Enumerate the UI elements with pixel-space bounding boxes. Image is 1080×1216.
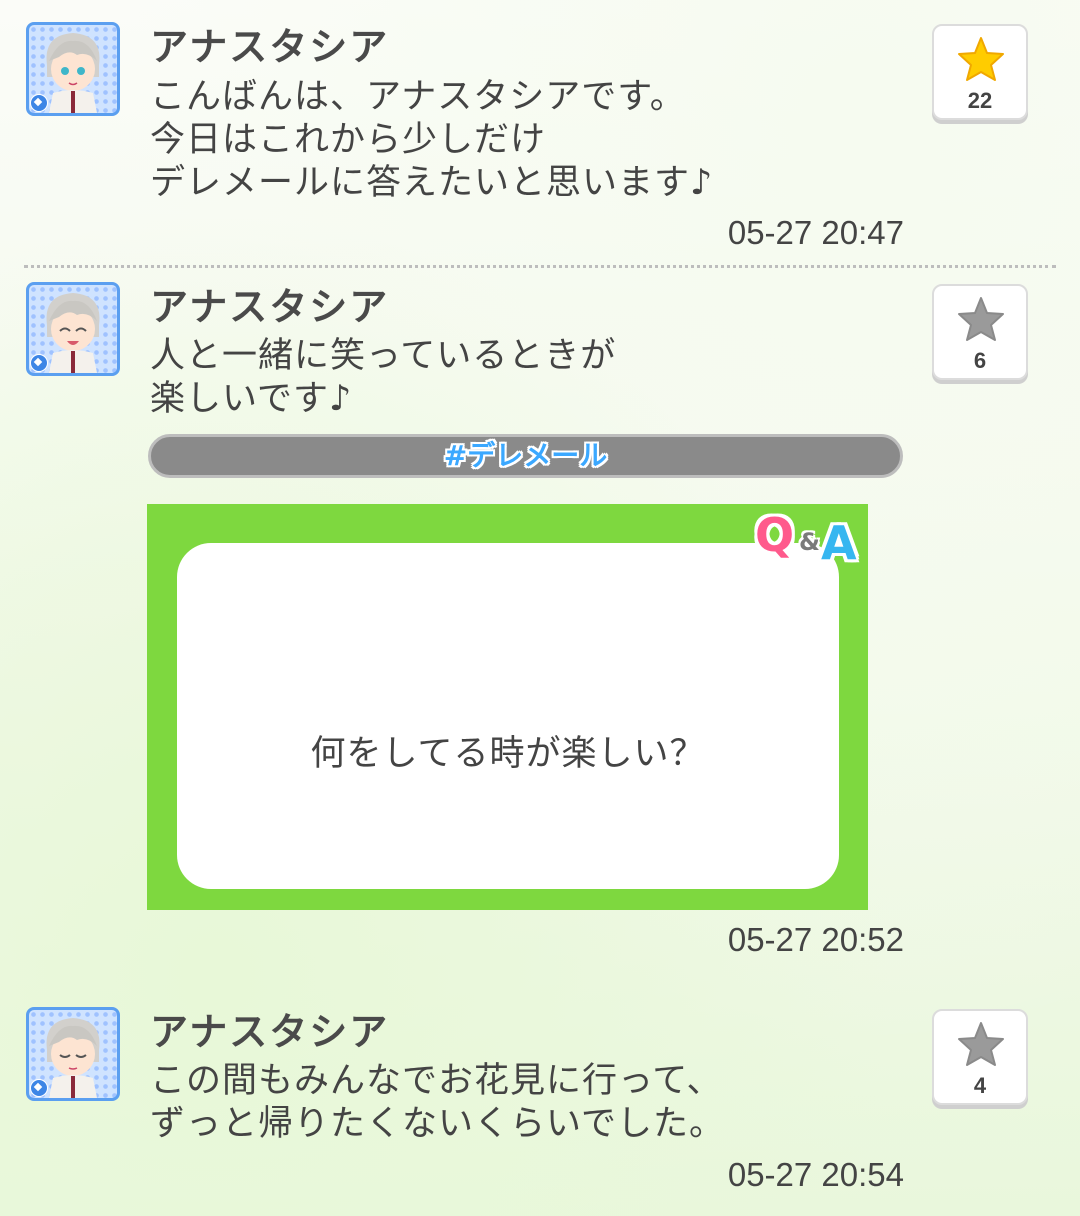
qa-question: 何をしてる時が楽しい？: [310, 734, 706, 774]
qa-logo: Q & A: [755, 508, 865, 572]
diamond-badge-icon: [30, 354, 48, 372]
qa-card[interactable]: 何をしてる時が楽しい？ Q & A: [147, 504, 868, 910]
post-message: 人と一緒に笑っているときが 楽しいです♪: [150, 335, 616, 421]
star-count: 6: [973, 348, 987, 373]
author-name: アナスタシア: [150, 1010, 390, 1054]
qa-logo-q: Q: [755, 508, 795, 562]
post-timestamp: 05-27 20:47: [727, 214, 904, 251]
star-icon: [958, 37, 1004, 81]
like-star-button[interactable]: 6: [932, 284, 1028, 380]
like-star-button[interactable]: 4: [932, 1009, 1028, 1105]
avatar[interactable]: [26, 1007, 120, 1101]
qa-logo-a: A: [821, 516, 857, 570]
star-count: 4: [973, 1073, 987, 1098]
message-line: デレメールに答えたいと思います♪: [150, 163, 714, 203]
message-line: 楽しいです♪: [150, 379, 353, 419]
like-star-button[interactable]: 22: [932, 24, 1028, 120]
message-line: 今日はこれから少しだけ: [150, 120, 547, 160]
message-line: ずっと帰りたくないくらいでした。: [150, 1104, 725, 1144]
hashtag-button[interactable]: #デレメール: [148, 434, 903, 478]
qa-logo-amp: &: [799, 528, 820, 556]
post-timestamp: 05-27 20:52: [727, 921, 904, 958]
post-timestamp: 05-27 20:54: [727, 1156, 904, 1193]
author-name: アナスタシア: [150, 285, 390, 329]
star-icon: [958, 297, 1004, 341]
post-message: この間もみんなでお花見に行って、 ずっと帰りたくないくらいでした。: [150, 1060, 725, 1146]
diamond-badge-icon: [30, 1079, 48, 1097]
message-line: こんばんは、アナスタシアです。: [150, 77, 686, 117]
star-count: 22: [967, 88, 993, 113]
author-name: アナスタシア: [150, 25, 390, 69]
avatar[interactable]: [26, 22, 120, 116]
diamond-badge-icon: [30, 94, 48, 112]
avatar[interactable]: [26, 282, 120, 376]
message-line: 人と一緒に笑っているときが: [150, 336, 617, 376]
qa-card-inner: 何をしてる時が楽しい？: [177, 543, 839, 889]
star-icon: [958, 1022, 1004, 1066]
message-line: この間もみんなでお花見に行って、: [150, 1061, 723, 1101]
post-message: こんばんは、アナスタシアです。 今日はこれから少しだけ デレメールに答えたいと思…: [150, 76, 713, 205]
post-divider: [24, 265, 1056, 268]
